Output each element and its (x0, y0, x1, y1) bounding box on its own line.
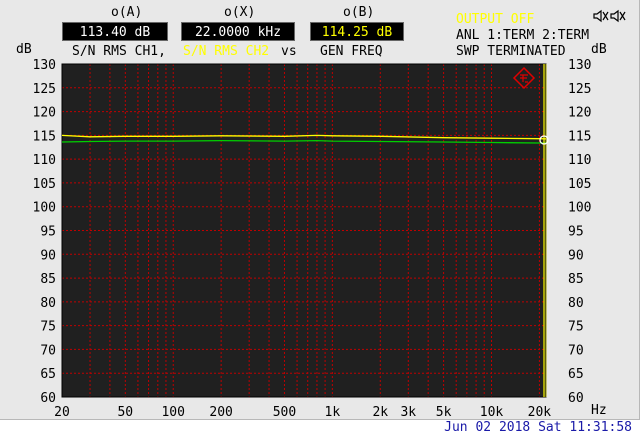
y-tick-label-right: 85 (568, 272, 584, 287)
y-tick-label-left: 120 (33, 106, 56, 121)
timestamp: Jun 02 2018 Sat 11:31:58 (444, 420, 632, 435)
x-tick-label: 500 (273, 405, 296, 420)
y-tick-label-left: 130 (33, 58, 56, 73)
y-tick-label-left: 85 (40, 272, 56, 287)
x-tick-label: 200 (209, 405, 232, 420)
y-tick-label-left: 100 (33, 201, 56, 216)
y-tick-label-left: 70 (40, 343, 56, 358)
y-tick-label-right: 90 (568, 248, 584, 263)
y-tick-label-right: 60 (568, 391, 584, 406)
y-tick-label-right: 95 (568, 225, 584, 240)
y-tick-label-right: 125 (568, 82, 591, 97)
y-tick-label-left: 125 (33, 82, 56, 97)
x-tick-label: 1k (325, 405, 341, 420)
y-tick-label-right: 70 (568, 343, 584, 358)
y-tick-label-right: 110 (568, 153, 591, 168)
x-tick-label: 100 (161, 405, 184, 420)
x-tick-label: 2k (372, 405, 388, 420)
y-tick-label-right: 130 (568, 58, 591, 73)
x-tick-label: 5k (436, 405, 452, 420)
y-tick-label-right: 75 (568, 320, 584, 335)
y-tick-label-left: 95 (40, 225, 56, 240)
x-tick-label: 10k (480, 405, 504, 420)
y-tick-label-left: 65 (40, 367, 56, 382)
y-tick-label-left: 75 (40, 320, 56, 335)
y-tick-label-left: 90 (40, 248, 56, 263)
sweep-chart: 60 60 65 65 70 70 75 75 80 80 85 85 90 90 95 95 100 100 10… (33, 58, 592, 420)
y-tick-label-right: 120 (568, 106, 591, 121)
y-tick-label-left: 60 (40, 391, 56, 406)
y-tick-label-right: 65 (568, 367, 584, 382)
x-tick-label: 3k (400, 405, 416, 420)
y-tick-label-left: 110 (33, 153, 56, 168)
y-tick-label-right: 115 (568, 129, 591, 144)
x-tick-label: 50 (117, 405, 133, 420)
y-tick-label-right: 80 (568, 296, 584, 311)
y-tick-label-left: 115 (33, 129, 56, 144)
x-tick-label: 20 (54, 405, 70, 420)
y-tick-label-left: 105 (33, 177, 56, 192)
y-tick-label-right: 105 (568, 177, 591, 192)
x-tick-label: 20k (528, 405, 552, 420)
y-tick-label-left: 80 (40, 296, 56, 311)
y-tick-label-right: 100 (568, 201, 591, 216)
